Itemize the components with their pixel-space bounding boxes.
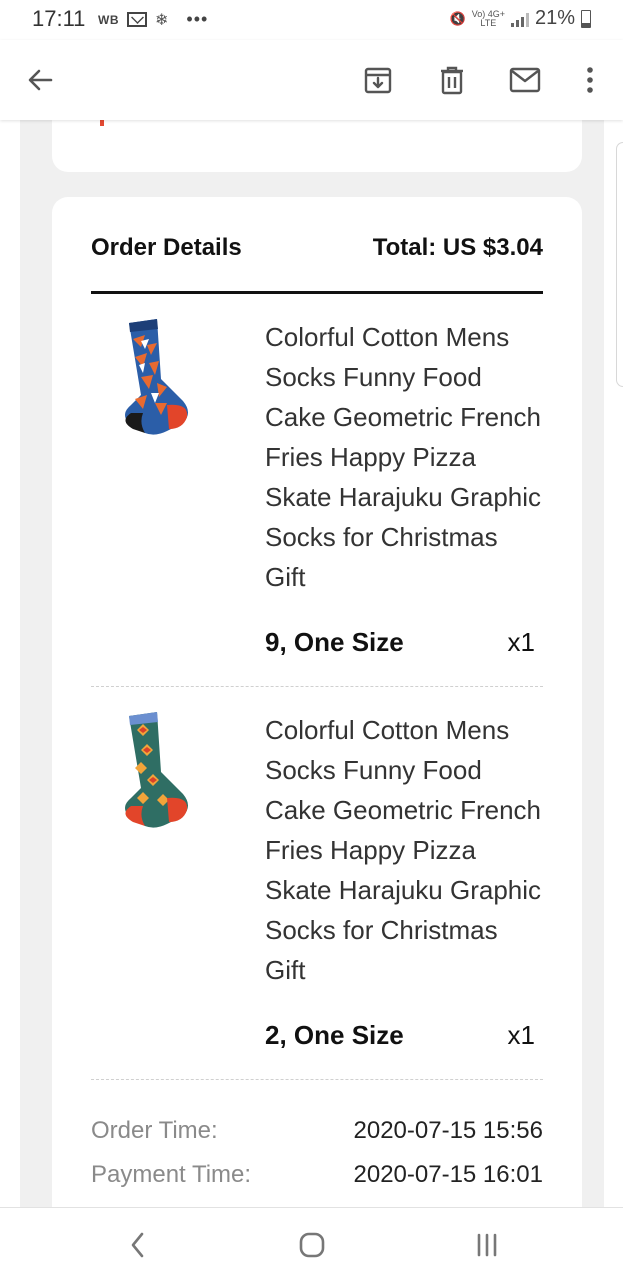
item-title[interactable]: Colorful Cotton Mens Socks Funny Food Ca…: [265, 317, 545, 597]
item-divider: [91, 686, 543, 687]
signal-icon: [510, 11, 529, 27]
order-details-card: Order Details Total: US $3.04 Colorful C…: [52, 197, 582, 1207]
network-indicator: Vo) 4G+ LTE: [472, 9, 505, 28]
payment-time-value: 2020-07-15 16:01: [353, 1161, 544, 1188]
status-time: 17:11: [32, 6, 86, 31]
gmail-notification-icon: [127, 12, 147, 27]
item-title[interactable]: Colorful Cotton Mens Socks Funny Food Ca…: [265, 710, 545, 990]
order-time-value: 2020-07-15 15:56: [353, 1117, 544, 1144]
mail-icon[interactable]: [505, 60, 545, 100]
more-notifications-icon: •••: [186, 9, 209, 29]
nav-home-icon[interactable]: [292, 1228, 332, 1262]
order-time-label: Order Time:: [91, 1117, 218, 1144]
battery-percent: 21%: [534, 7, 575, 29]
order-total: Total: US $3.04: [372, 234, 543, 261]
crest-notification-icon: ❄: [155, 11, 169, 29]
sock-blue-pattern-image[interactable]: [111, 317, 201, 447]
order-time-row: Order Time: 2020-07-15 15:56: [91, 1117, 543, 1145]
scroll-edge-indicator[interactable]: [616, 142, 623, 387]
action-bar: [0, 40, 623, 120]
nav-back-icon[interactable]: [118, 1228, 158, 1262]
sock-green-pattern-image[interactable]: [111, 710, 201, 840]
status-right-icons: 🔇 Vo) 4G+ LTE 21%: [449, 7, 591, 30]
previous-card: [52, 120, 582, 172]
item-variant: 2, One Size: [265, 1020, 404, 1050]
payment-time-label: Payment Time:: [91, 1161, 252, 1188]
more-vert-icon[interactable]: [570, 60, 610, 100]
network-bottom-label: LTE: [480, 17, 497, 28]
mute-icon: 🔇: [449, 10, 466, 26]
item-variant: 9, One Size: [265, 627, 404, 657]
archive-icon[interactable]: [358, 60, 398, 100]
payment-time-row: Payment Time: 2020-07-15 16:01: [91, 1161, 543, 1189]
system-navigation-bar: [0, 1207, 623, 1281]
carrier-label: WB: [98, 12, 119, 27]
back-arrow-icon[interactable]: [20, 60, 60, 100]
item-quantity: x1: [507, 627, 535, 657]
email-content[interactable]: Order Details Total: US $3.04 Colorful C…: [0, 120, 623, 1207]
nav-recents-icon[interactable]: [467, 1228, 507, 1262]
header-divider: [91, 291, 543, 294]
item-quantity: x1: [507, 1020, 535, 1050]
order-details-header: Order Details Total: US $3.04: [91, 231, 543, 265]
red-mark: [100, 120, 104, 126]
item-divider: [91, 1079, 543, 1080]
trash-icon[interactable]: [432, 60, 472, 100]
battery-icon: [581, 9, 591, 28]
status-left-icons: WB ❄ •••: [98, 9, 208, 30]
status-bar: 17:11 WB ❄ ••• 🔇 Vo) 4G+ LTE 21%: [0, 0, 623, 40]
order-details-heading: Order Details: [91, 234, 242, 261]
